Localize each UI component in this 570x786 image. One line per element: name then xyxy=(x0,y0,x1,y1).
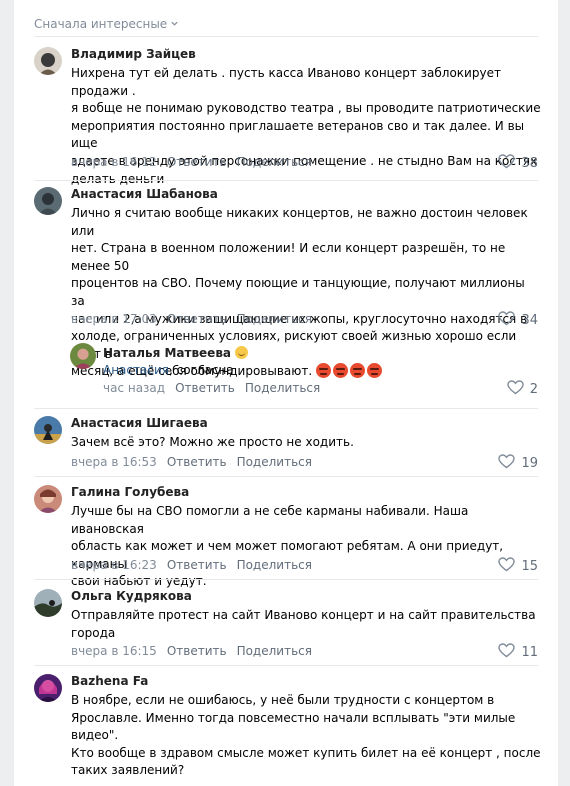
like-count: 34 xyxy=(521,313,538,328)
comment-item: Bazhena Fa В ноябре, если не ошибаюсь, у… xyxy=(34,665,541,786)
comment-author[interactable]: Bazhena Fa xyxy=(71,674,148,688)
comment-line: таких заявлений? xyxy=(71,763,185,778)
heart-icon xyxy=(498,311,516,330)
reply-item: Наталья Матвеева Анастасия, согласна час… xyxy=(34,340,538,408)
comment-item: Галина Голубева Лучше бы на СВО помогли … xyxy=(34,476,538,588)
smile-emoji-icon xyxy=(235,346,249,359)
comment-item: Анастасия Шабанова Лично я считаю вообще… xyxy=(34,180,538,379)
comment-line: города xyxy=(71,625,116,640)
reply-button[interactable]: Ответить xyxy=(167,644,227,658)
comment-meta: вчера в 17:03 Ответить Поделиться xyxy=(71,312,312,326)
comment-line: Нихрена тут ей делать . пусть касса Иван… xyxy=(71,66,501,98)
comment-meta: вчера в 16:15 Ответить Поделиться xyxy=(71,644,312,658)
share-button[interactable]: Поделиться xyxy=(237,312,312,326)
comment-author[interactable]: Галина Голубева xyxy=(71,485,189,499)
comment-text: Нихрена тут ей делать . пусть касса Иван… xyxy=(71,65,541,188)
comment-time[interactable]: вчера в 16:23 xyxy=(71,558,157,572)
reply-button[interactable]: Ответить xyxy=(167,155,227,169)
avatar[interactable] xyxy=(34,187,62,215)
heart-icon xyxy=(498,154,516,173)
heart-icon xyxy=(498,454,516,473)
comment-item: Ольга Кудрякова Отправляйте протест на с… xyxy=(34,579,538,665)
comment-text: Лучше бы на СВО помогли а не себе карман… xyxy=(71,503,541,591)
sort-dropdown[interactable]: Сначала интересные xyxy=(34,17,179,31)
comments-panel: Сначала интересные Владимир Зайцев Нихре… xyxy=(14,0,558,786)
avatar[interactable] xyxy=(70,343,96,369)
comment-text: Анастасия, согласна xyxy=(103,362,234,380)
comment-time[interactable]: вчера в 16:15 xyxy=(71,644,157,658)
like-button[interactable]: 2 xyxy=(507,380,538,399)
heart-icon xyxy=(498,557,516,576)
comment-item: Анастасия Шигаева Зачем всё это? Можно ж… xyxy=(34,408,538,476)
reply-button[interactable]: Ответить xyxy=(167,312,227,326)
comment-time[interactable]: вчера в 17:03 xyxy=(71,312,157,326)
comment-line: Лучше бы на СВО помогли а не себе карман… xyxy=(71,504,469,536)
comment-author[interactable]: Анастасия Шабанова xyxy=(71,187,218,201)
comment-item: Владимир Зайцев Нихрена тут ей делать . … xyxy=(34,36,541,186)
comment-meta: вчера в 16:53 Ответить Поделиться xyxy=(71,455,312,469)
heart-icon xyxy=(507,380,524,399)
comment-author[interactable]: Анастасия Шигаева xyxy=(71,416,208,430)
avatar[interactable] xyxy=(34,589,62,617)
comment-author[interactable]: Владимир Зайцев xyxy=(71,47,196,61)
comment-meta: вчера в 16:23 Ответить Поделиться xyxy=(71,558,312,572)
chevron-down-icon xyxy=(170,17,179,31)
comment-line: В ноябре, если не ошибаюсь, у неё были т… xyxy=(71,693,495,707)
like-count: 2 xyxy=(529,382,538,397)
reply-text: , согласна xyxy=(168,363,234,377)
comment-author[interactable]: Ольга Кудрякова xyxy=(71,589,192,603)
comment-line: Ярославле. Именно тогда повсеместно нача… xyxy=(71,710,516,725)
comment-line: я вобще не понимаю руководство театра , … xyxy=(71,101,541,116)
avatar[interactable] xyxy=(34,485,62,513)
reply-button[interactable]: Ответить xyxy=(167,455,227,469)
like-count: 15 xyxy=(521,559,538,574)
comment-author[interactable]: Наталья Матвеева xyxy=(103,346,249,360)
like-button[interactable]: 15 xyxy=(498,557,538,576)
comment-line: процентов на СВО. Почему поющие и танцую… xyxy=(71,276,525,308)
like-count: 19 xyxy=(521,456,538,471)
comment-line: нет. Страна в военном положении! И если … xyxy=(71,241,506,273)
mention-link[interactable]: Анастасия xyxy=(103,363,169,377)
comment-text: Зачем всё это? Можно же просто не ходить… xyxy=(71,434,541,452)
like-button[interactable]: 19 xyxy=(498,454,538,473)
share-button[interactable]: Поделиться xyxy=(245,381,320,395)
like-button[interactable]: 38 xyxy=(498,154,538,173)
share-button[interactable]: Поделиться xyxy=(237,155,312,169)
avatar[interactable] xyxy=(34,674,62,702)
comment-line: Лично я считаю вообще никаких концертов,… xyxy=(71,206,528,238)
reply-button[interactable]: Ответить xyxy=(175,381,235,395)
comment-time[interactable]: час назад xyxy=(103,381,165,395)
like-button[interactable]: 11 xyxy=(498,643,538,662)
comment-text: В ноябре, если не ошибаюсь, у неё были т… xyxy=(71,692,541,780)
comment-line: Кто вообще в здравом смысле может купить… xyxy=(71,745,541,760)
reply-author-name: Наталья Матвеева xyxy=(103,346,232,360)
heart-icon xyxy=(498,643,516,662)
avatar[interactable] xyxy=(34,416,62,444)
sort-label: Сначала интересные xyxy=(34,17,168,31)
comment-line: мероприятия постоянно приглашаете ветера… xyxy=(71,118,525,151)
avatar[interactable] xyxy=(34,47,62,75)
reply-button[interactable]: Ответить xyxy=(167,558,227,572)
like-count: 11 xyxy=(521,645,538,660)
share-button[interactable]: Поделиться xyxy=(237,644,312,658)
share-button[interactable]: Поделиться xyxy=(237,558,312,572)
comment-line: Отправляйте протест на сайт Иваново конц… xyxy=(71,608,536,622)
comment-line: Зачем всё это? Можно же просто не ходить… xyxy=(71,435,354,449)
comment-line: видео". xyxy=(71,728,119,743)
like-count: 38 xyxy=(521,156,538,171)
comment-meta: вчера в 16:12 Ответить Поделиться xyxy=(71,155,312,169)
comment-time[interactable]: вчера в 16:12 xyxy=(71,155,157,169)
comment-time[interactable]: вчера в 16:53 xyxy=(71,455,157,469)
like-button[interactable]: 34 xyxy=(498,311,538,330)
share-button[interactable]: Поделиться xyxy=(237,455,312,469)
comment-meta: час назад Ответить Поделиться xyxy=(103,381,320,395)
comment-text: Отправляйте протест на сайт Иваново конц… xyxy=(71,607,541,642)
